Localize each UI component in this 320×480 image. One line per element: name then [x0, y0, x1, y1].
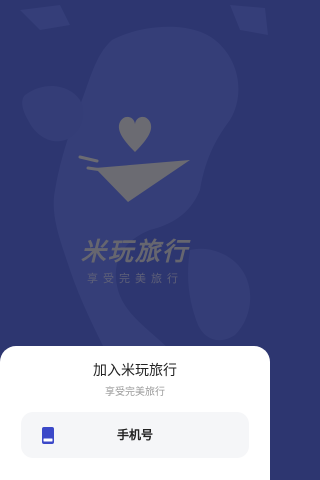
sheet-subtitle: 享受完美旅行	[105, 387, 165, 398]
heart-plane-icon	[78, 116, 190, 202]
login-sheet: 加入米玩旅行 享受完美旅行 手机号	[0, 346, 270, 480]
phone-login-button[interactable]: 手机号	[21, 412, 249, 458]
brand-slogan: 享受完美旅行	[87, 272, 183, 285]
splash-hero: 米玩旅行 享受完美旅行	[0, 0, 270, 360]
brand-name: 米玩旅行	[80, 237, 189, 266]
sheet-title: 加入米玩旅行	[93, 363, 177, 379]
phone-login-label: 手机号	[116, 428, 153, 442]
